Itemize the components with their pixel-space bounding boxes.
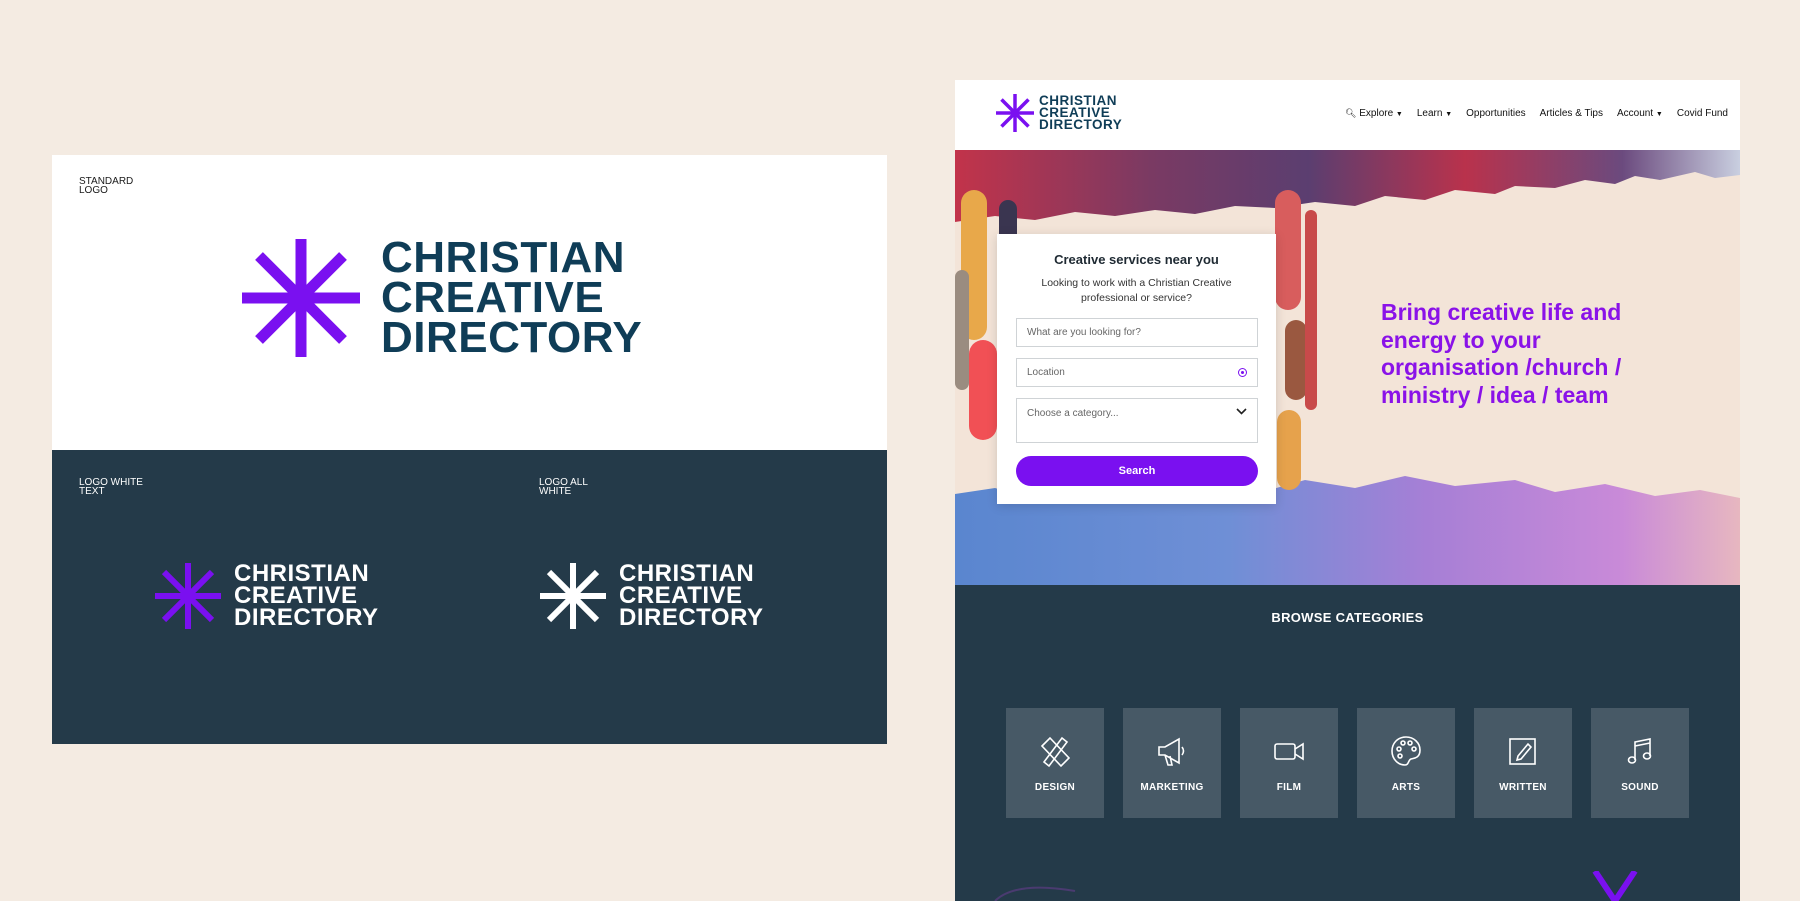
category-card-design[interactable]: DESIGN <box>1006 708 1104 818</box>
search-card-subtitle: Looking to work with a Christian Creativ… <box>1041 277 1232 304</box>
site-wordmark: CHRISTIAN CREATIVE DIRECTORY <box>1039 94 1123 132</box>
category-label: FILM <box>1276 782 1302 793</box>
all-white-logo-label: LOGO ALL WHITE <box>539 477 588 497</box>
all-white-wordmark: CHRISTIAN CREATIVE DIRECTORY <box>619 562 764 631</box>
bottom-decorative-swoosh <box>994 871 1638 901</box>
nav-item-account[interactable]: Account ▼ <box>1617 108 1663 119</box>
category-label: ARTS <box>1391 782 1421 793</box>
website-mockup: CHRISTIAN CREATIVE DIRECTORY 🔍︎ Explore … <box>955 80 1740 901</box>
category-card-arts[interactable]: ARTS <box>1357 708 1455 818</box>
location-input-placeholder: Location <box>1027 367 1065 378</box>
category-label: MARKETING <box>1140 782 1204 793</box>
category-select-placeholder: Choose a category... <box>1027 408 1119 419</box>
chevron-down-icon <box>1236 408 1247 415</box>
megaphone-icon <box>1158 737 1185 766</box>
design-pencil-ruler-icon <box>1040 736 1071 768</box>
search-input[interactable]: What are you looking for? <box>1016 318 1258 347</box>
wordmark-line: DIRECTORY <box>619 604 764 631</box>
standard-wordmark: CHRISTIAN CREATIVE DIRECTORY <box>381 233 643 362</box>
hero-tagline: Bring creative life and energy to your o… <box>1381 299 1622 408</box>
white-text-logo: CHRISTIAN CREATIVE DIRECTORY <box>154 562 379 630</box>
notepad-pen-icon <box>1509 738 1536 765</box>
asterisk-logo-icon <box>540 563 606 629</box>
chevron-down-icon: ▼ <box>1395 111 1403 118</box>
wordmark-line: DIRECTORY <box>234 604 379 631</box>
browse-categories-title: BROWSE CATEGORIES <box>1271 610 1424 625</box>
search-input-placeholder: What are you looking for? <box>1027 327 1141 338</box>
category-grid: DESIGN MARKETING FILM ARTS WRITTEN SOUND <box>1006 708 1689 818</box>
nav-item-opportunities[interactable]: Opportunities <box>1466 108 1525 119</box>
category-label: WRITTEN <box>1499 782 1547 793</box>
standard-logo-label: STANDARD LOGO <box>79 176 134 196</box>
search-card-title: Creative services near you <box>1054 252 1219 267</box>
asterisk-logo-icon <box>242 239 360 357</box>
music-note-icon <box>1627 738 1652 764</box>
nav-item-learn[interactable]: Learn ▼ <box>1417 108 1452 119</box>
search-icon: 🔍︎ <box>1345 108 1357 118</box>
category-label: SOUND <box>1621 782 1659 793</box>
site-header: CHRISTIAN CREATIVE DIRECTORY 🔍︎ Explore … <box>955 80 1740 150</box>
nav-item-articles-tips[interactable]: Articles & Tips <box>1540 108 1603 119</box>
category-select[interactable]: Choose a category... <box>1016 398 1258 443</box>
white-text-logo-label: LOGO WHITE TEXT <box>79 477 143 497</box>
category-card-film[interactable]: FILM <box>1240 708 1338 818</box>
wordmark-line: CREATIVE <box>381 273 605 322</box>
asterisk-logo-icon <box>155 563 221 629</box>
standard-logo-panel: STANDARD LOGO CHRISTIAN CREATIVE DIRECTO… <box>52 155 887 450</box>
nav-label: Account <box>1617 108 1654 119</box>
wordmark-line: DIRECTORY <box>381 313 643 362</box>
nav-label: Learn <box>1416 108 1443 119</box>
category-card-sound[interactable]: SOUND <box>1591 708 1689 818</box>
wordmark-line: CHRISTIAN <box>381 233 626 282</box>
nav-label: Explore <box>1359 108 1394 119</box>
dark-logo-panel: LOGO WHITE TEXT LOGO ALL WHITE CHRISTIAN… <box>52 450 887 744</box>
search-button[interactable]: Search <box>1016 456 1258 486</box>
search-card: Creative services near you Looking to wo… <box>997 234 1276 504</box>
hero-banner: Creative services near you Looking to wo… <box>955 150 1740 585</box>
nav-item-covid-fund[interactable]: Covid Fund <box>1677 108 1728 119</box>
locate-target-icon[interactable] <box>1238 368 1247 377</box>
standard-logo: CHRISTIAN CREATIVE DIRECTORY <box>240 233 643 362</box>
wordmark-line: DIRECTORY <box>1039 117 1123 132</box>
category-card-written[interactable]: WRITTEN <box>1474 708 1572 818</box>
main-nav: 🔍︎ Explore ▼ Learn ▼ Opportunities Artic… <box>1345 108 1728 119</box>
category-label: DESIGN <box>1034 782 1076 793</box>
white-text-wordmark: CHRISTIAN CREATIVE DIRECTORY <box>234 562 379 631</box>
category-card-marketing[interactable]: MARKETING <box>1123 708 1221 818</box>
all-white-logo: CHRISTIAN CREATIVE DIRECTORY <box>539 562 764 630</box>
video-camera-icon <box>1274 742 1304 761</box>
chevron-down-icon: ▼ <box>1655 111 1663 118</box>
asterisk-logo-icon <box>996 94 1034 132</box>
site-logo[interactable]: CHRISTIAN CREATIVE DIRECTORY <box>996 94 1122 132</box>
nav-item-explore[interactable]: 🔍︎ Explore ▼ <box>1345 108 1403 119</box>
logo-board: STANDARD LOGO CHRISTIAN CREATIVE DIRECTO… <box>52 155 887 744</box>
palette-icon <box>1391 736 1421 766</box>
chevron-down-icon: ▼ <box>1445 111 1453 118</box>
location-input[interactable]: Location <box>1016 358 1258 387</box>
